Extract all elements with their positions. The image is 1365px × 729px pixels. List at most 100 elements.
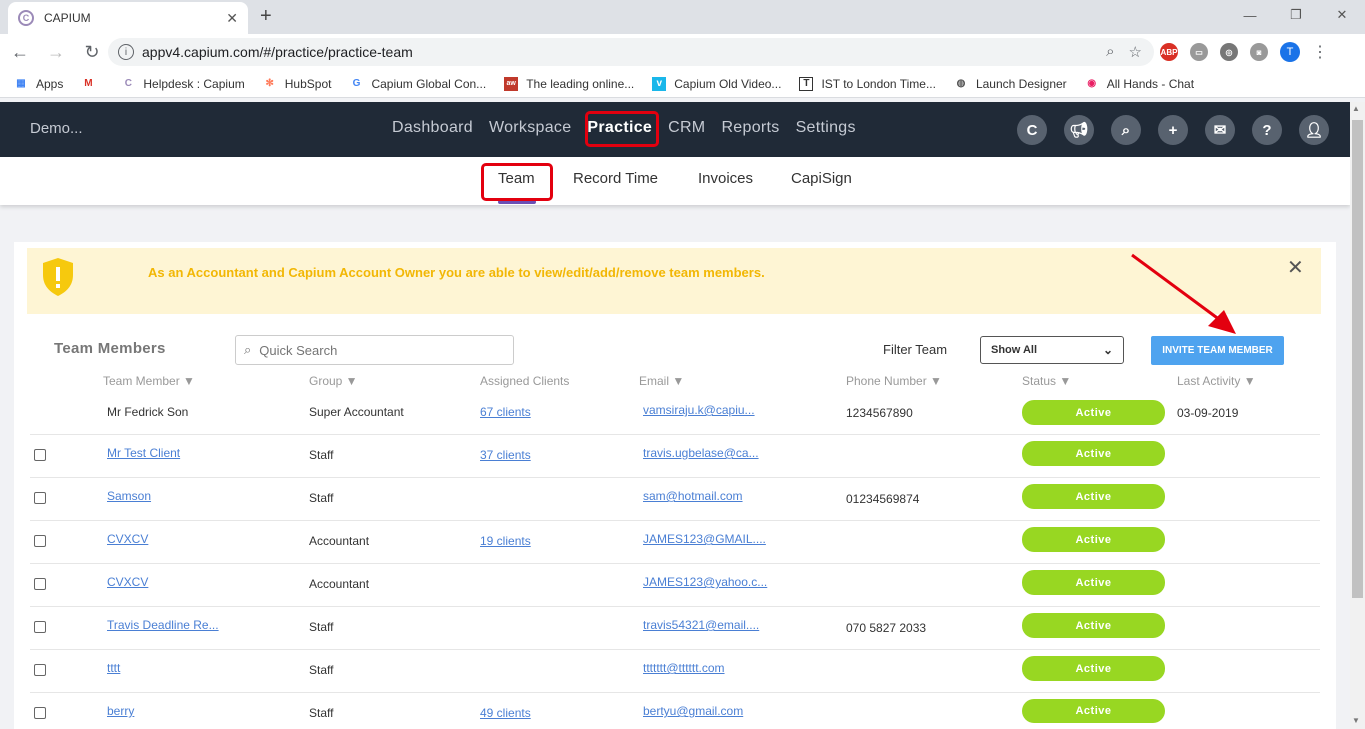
site-info-icon[interactable]: i (118, 44, 134, 60)
member-name[interactable]: tttt (107, 661, 120, 675)
assigned-clients-link[interactable]: 19 clients (480, 534, 531, 548)
assigned-clients-link[interactable]: 49 clients (480, 706, 531, 720)
close-tab-icon[interactable]: ✕ (226, 10, 238, 27)
row-checkbox[interactable] (34, 449, 46, 461)
user-icon[interactable]: 👤︎ (1299, 115, 1329, 145)
member-name[interactable]: Travis Deadline Re... (107, 618, 219, 632)
row-checkbox[interactable] (34, 621, 46, 633)
add-icon[interactable]: + (1158, 115, 1188, 145)
nav-crm[interactable]: CRM (668, 119, 705, 137)
back-icon[interactable]: ← (4, 36, 36, 68)
member-email[interactable]: travis.ugbelase@ca... (643, 446, 759, 460)
bookmark-leading-online[interactable]: aw The leading online... (504, 76, 634, 91)
scroll-down-icon[interactable]: ▼ (1352, 716, 1360, 725)
col-assigned-clients: Assigned Clients (480, 374, 570, 388)
quick-search-input[interactable] (259, 342, 500, 358)
col-team-member[interactable]: Team Member ▼ (103, 374, 195, 388)
search-icon[interactable]: ⌕ (1111, 115, 1141, 145)
sub-nav: Team Record Time Invoices CapiSign (0, 157, 1350, 205)
member-group: Staff (309, 620, 334, 634)
scrollbar-thumb[interactable] (1352, 120, 1363, 598)
bookmark-all-hands[interactable]: ◉ All Hands - Chat (1085, 77, 1194, 91)
url-text: appv4.capium.com/#/practice/practice-tea… (142, 44, 413, 60)
browser-menu-icon[interactable]: ⋮ (1312, 42, 1328, 62)
row-checkbox[interactable] (34, 535, 46, 547)
assigned-clients-link[interactable]: 67 clients (480, 405, 531, 419)
zoom-icon[interactable]: ⌕ (1106, 43, 1114, 61)
bookmark-ist-london[interactable]: T IST to London Time... (799, 76, 936, 91)
subnav-invoices[interactable]: Invoices (698, 170, 753, 187)
col-status[interactable]: Status ▼ (1022, 374, 1071, 388)
address-bar[interactable]: i appv4.capium.com/#/practice/practice-t… (108, 38, 1154, 66)
practice-name[interactable]: Demo... (30, 120, 83, 137)
bookmark-star-icon[interactable]: ☆ (1129, 43, 1142, 61)
col-email[interactable]: Email ▼ (639, 374, 684, 388)
nav-dashboard[interactable]: Dashboard (392, 119, 473, 137)
reload-icon[interactable]: ↻ (76, 36, 108, 68)
browser-tabstrip: C CAPIUM ✕ + — ❐ ✕ (0, 0, 1365, 34)
status-badge: Active (1022, 613, 1165, 638)
filter-value: Show All (991, 344, 1038, 356)
table-row: Samson Staff sam@hotmail.com 01234569874… (30, 478, 1320, 521)
subnav-record-time[interactable]: Record Time (573, 170, 658, 187)
member-email[interactable]: JAMES123@GMAIL.... (643, 532, 766, 546)
adblock-icon[interactable]: ABP (1160, 43, 1178, 61)
member-email[interactable]: vamsiraju.k@capiu... (643, 403, 755, 417)
minimize-icon[interactable]: — (1227, 0, 1273, 30)
capium-logo-icon[interactable]: C (1017, 115, 1047, 145)
member-email[interactable]: ttttttt@tttttt.com (643, 661, 725, 675)
member-email[interactable]: sam@hotmail.com (643, 489, 743, 503)
member-email[interactable]: bertyu@gmail.com (643, 704, 743, 718)
col-group[interactable]: Group ▼ (309, 374, 358, 388)
bookmark-launch-designer[interactable]: ◍ Launch Designer (954, 77, 1067, 91)
bookmark-capium-global[interactable]: G Capium Global Con... (349, 77, 487, 91)
window-close-icon[interactable]: ✕ (1319, 0, 1365, 30)
row-checkbox[interactable] (34, 707, 46, 719)
bookmark-helpdesk[interactable]: C Helpdesk : Capium (121, 77, 245, 91)
col-phone[interactable]: Phone Number ▼ (846, 374, 942, 388)
alert-close-icon[interactable]: ✕ (1287, 255, 1304, 280)
filter-team-select[interactable]: Show All ⌄ (980, 336, 1124, 364)
team-highlight-box (481, 163, 553, 201)
nav-workspace[interactable]: Workspace (489, 119, 571, 137)
forward-icon[interactable]: → (40, 36, 72, 68)
nav-settings[interactable]: Settings (796, 119, 856, 137)
new-tab-icon[interactable]: + (260, 5, 272, 28)
assigned-clients-link[interactable]: 37 clients (480, 448, 531, 462)
scroll-up-icon[interactable]: ▲ (1352, 104, 1360, 113)
aw-icon: aw (504, 76, 519, 91)
invite-team-member-button[interactable]: INVITE TEAM MEMBER (1151, 336, 1284, 365)
row-checkbox[interactable] (34, 492, 46, 504)
bookmark-hubspot[interactable]: ✻ HubSpot (263, 77, 332, 91)
capium-icon: C (124, 78, 132, 89)
extension-icon[interactable]: ▭ (1190, 43, 1208, 61)
status-badge: Active (1022, 570, 1165, 595)
row-checkbox[interactable] (34, 664, 46, 676)
table-row: CVXCV Accountant JAMES123@yahoo.c... Act… (30, 564, 1320, 607)
member-email[interactable]: travis54321@email.... (643, 618, 759, 632)
member-name[interactable]: Samson (107, 489, 151, 503)
bookmark-gmail[interactable]: M (81, 77, 103, 91)
profile-avatar[interactable]: T (1280, 42, 1300, 62)
quick-search-box[interactable]: ⌕ (235, 335, 514, 365)
col-last-activity[interactable]: Last Activity ▼ (1177, 374, 1256, 388)
megaphone-icon[interactable]: 📢︎ (1064, 115, 1094, 145)
vimeo-icon: v (652, 76, 667, 91)
camera-icon[interactable]: ◙ (1250, 43, 1268, 61)
mail-icon[interactable]: ✉ (1205, 115, 1235, 145)
nav-reports[interactable]: Reports (721, 119, 779, 137)
subnav-capisign[interactable]: CapiSign (791, 170, 852, 187)
member-name[interactable]: berry (107, 704, 134, 718)
apps-grid-icon: ▦ (16, 78, 26, 89)
member-email[interactable]: JAMES123@yahoo.c... (643, 575, 767, 589)
browser-tab[interactable]: C CAPIUM ✕ (8, 2, 248, 34)
help-icon[interactable]: ? (1252, 115, 1282, 145)
extension-notify-icon[interactable]: ◎ (1220, 43, 1238, 61)
restore-icon[interactable]: ❐ (1273, 0, 1319, 30)
row-checkbox[interactable] (34, 578, 46, 590)
member-name[interactable]: CVXCV (107, 575, 148, 589)
member-name[interactable]: Mr Test Client (107, 446, 180, 460)
bookmark-old-video[interactable]: v Capium Old Video... (652, 76, 781, 91)
bookmark-apps[interactable]: ▦ Apps (14, 77, 63, 91)
member-name[interactable]: CVXCV (107, 532, 148, 546)
